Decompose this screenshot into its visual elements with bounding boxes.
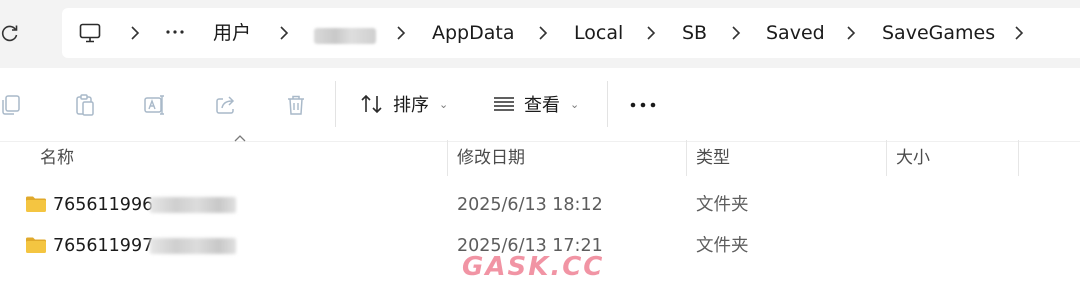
table-row[interactable]: 765611996 2025/6/13 18:12 文件夹: [0, 185, 1080, 225]
refresh-button[interactable]: [0, 18, 26, 48]
more-options-button[interactable]: [628, 91, 658, 119]
chevron-down-icon: ⌄: [439, 97, 449, 111]
breadcrumb-savegames[interactable]: SaveGames: [882, 22, 995, 44]
toolbar-divider: [607, 81, 608, 127]
chevron-right-icon[interactable]: [536, 24, 550, 42]
column-header-size[interactable]: 大小: [896, 147, 930, 169]
view-button[interactable]: 查看 ⌄: [492, 89, 579, 119]
rename-button[interactable]: [140, 91, 170, 119]
chevron-right-icon[interactable]: [128, 24, 142, 42]
file-name[interactable]: 765611996: [53, 194, 153, 216]
column-divider[interactable]: [1018, 140, 1019, 176]
chevron-right-icon[interactable]: [729, 24, 743, 42]
chevron-right-icon[interactable]: [394, 24, 408, 42]
breadcrumb[interactable]: 用户 AppData Local SB Saved SaveGames: [62, 8, 1080, 58]
share-icon: [216, 96, 235, 114]
column-divider[interactable]: [686, 140, 687, 176]
toolbar-divider: [335, 81, 336, 127]
folder-icon: [26, 237, 46, 253]
paste-icon: [76, 94, 94, 116]
redacted-file-name: [150, 238, 236, 254]
file-type: 文件夹: [696, 236, 749, 256]
paste-button[interactable]: [70, 91, 100, 119]
copy-icon: [2, 95, 20, 115]
column-header-type[interactable]: 类型: [696, 147, 730, 169]
command-bar: 排序 ⌄ 查看 ⌄: [0, 69, 1080, 142]
breadcrumb-local[interactable]: Local: [574, 22, 623, 44]
column-header-name[interactable]: 名称: [40, 147, 74, 169]
breadcrumb-users[interactable]: 用户: [213, 22, 251, 44]
sort-label: 排序: [393, 95, 429, 116]
watermark-text: GASK.CC: [462, 252, 605, 282]
delete-icon: [288, 95, 304, 115]
file-name[interactable]: 765611997: [53, 235, 153, 257]
column-divider[interactable]: [447, 140, 448, 176]
redacted-username[interactable]: [314, 28, 376, 44]
chevron-right-icon[interactable]: [277, 24, 291, 42]
file-date-modified: 2025/6/13 18:12: [457, 195, 603, 215]
breadcrumb-sb[interactable]: SB: [682, 22, 707, 44]
chevron-down-icon: ⌄: [570, 97, 580, 111]
sort-button[interactable]: 排序 ⌄: [359, 89, 448, 119]
chevron-right-icon[interactable]: [1012, 24, 1026, 42]
sort-icon: [361, 94, 382, 114]
delete-button[interactable]: [281, 91, 311, 119]
chevron-right-icon[interactable]: [844, 24, 858, 42]
redacted-file-name: [150, 197, 236, 213]
more-icon: [630, 102, 656, 108]
share-button[interactable]: [211, 91, 241, 119]
folder-icon: [26, 196, 46, 212]
refresh-icon: [1, 25, 18, 42]
column-divider[interactable]: [886, 140, 887, 176]
view-icon: [494, 97, 514, 111]
more-horizontal-icon[interactable]: [164, 20, 186, 44]
chevron-right-icon[interactable]: [644, 24, 658, 42]
breadcrumb-saved[interactable]: Saved: [766, 22, 825, 44]
sort-ascending-icon: [234, 135, 246, 142]
rename-icon: [144, 95, 164, 115]
computer-icon[interactable]: [78, 21, 102, 45]
address-bar-area: 用户 AppData Local SB Saved SaveGames: [0, 0, 1080, 68]
breadcrumb-appdata[interactable]: AppData: [432, 22, 515, 44]
column-header-date-modified[interactable]: 修改日期: [457, 147, 525, 169]
copy-button[interactable]: [0, 91, 26, 119]
view-label: 查看: [524, 95, 560, 116]
file-type: 文件夹: [696, 195, 749, 215]
